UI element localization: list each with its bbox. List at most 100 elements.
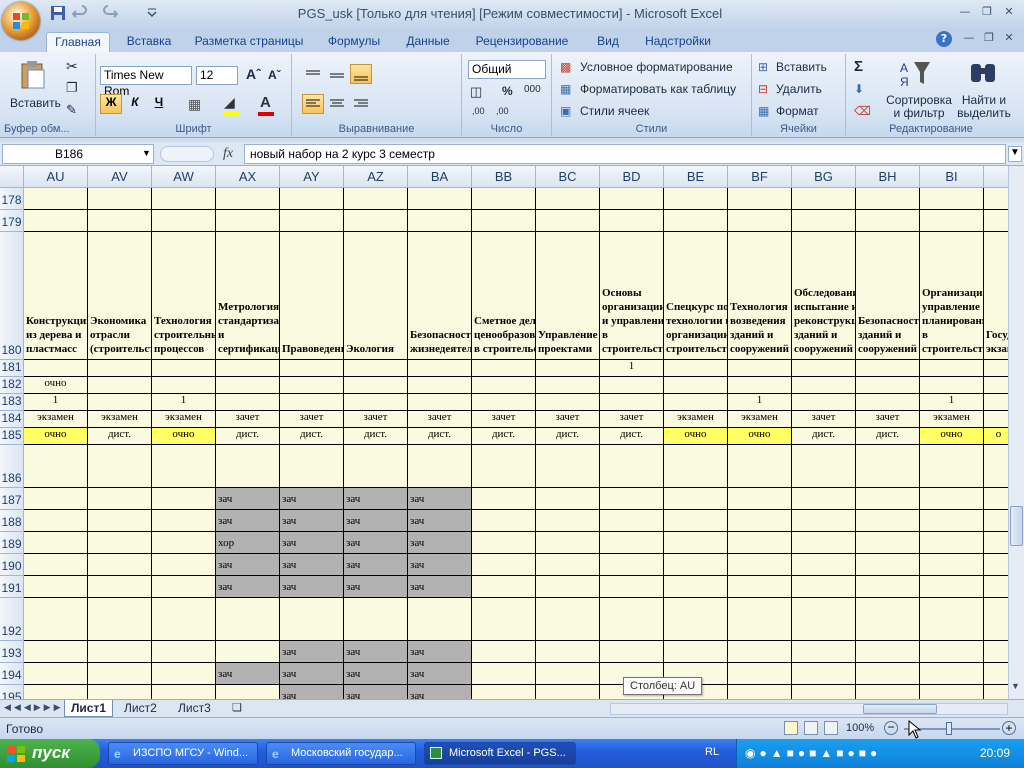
cell[interactable] [344,598,408,641]
cell[interactable] [728,188,792,210]
conditional-formatting-button[interactable]: Условное форматирование [580,60,733,74]
cell[interactable] [856,377,920,394]
cell[interactable] [24,532,88,554]
cell[interactable] [664,510,728,532]
cell[interactable] [536,641,600,663]
cell[interactable] [600,377,664,394]
grade-cell[interactable]: зач [344,641,408,663]
study-form-cell[interactable]: очно [24,428,88,445]
decrease-decimal-icon[interactable]: ,00 [496,106,509,116]
cell[interactable] [600,641,664,663]
cell[interactable] [24,598,88,641]
tray-icons[interactable]: ◉●▲■●■▲■●■● [745,746,881,760]
cell[interactable] [664,641,728,663]
study-form-cell[interactable]: дист. [472,428,536,445]
cell[interactable] [728,445,792,488]
exam-type-cell[interactable]: зачет [216,411,280,428]
cell[interactable] [984,488,1008,510]
row-header-183[interactable]: 183 [0,394,24,411]
grade-cell[interactable]: зач [408,510,472,532]
cell[interactable] [984,188,1008,210]
currency-format-icon[interactable]: ◫ [470,84,482,100]
select-all-corner[interactable] [0,166,24,188]
cut-icon[interactable]: ✂ [66,58,78,75]
redo-icon[interactable] [102,5,118,21]
cell[interactable] [664,576,728,598]
cell[interactable] [792,663,856,685]
grade-cell[interactable]: зач [408,532,472,554]
subject-header[interactable]: Управление проектами [536,232,600,360]
cell[interactable] [88,663,152,685]
cell[interactable] [984,641,1008,663]
column-header-bf[interactable]: BF [728,166,792,188]
cell[interactable] [600,576,664,598]
column-header-bi[interactable]: BI [920,166,984,188]
cell-value[interactable]: 1 [600,360,664,377]
study-form-cell[interactable]: дист. [344,428,408,445]
column-header-ay[interactable]: AY [280,166,344,188]
cell[interactable] [344,377,408,394]
name-box[interactable]: B186 [2,144,154,164]
exam-type-cell[interactable]: зачет [472,411,536,428]
cell[interactable] [88,510,152,532]
exam-type-cell[interactable]: зачет [344,411,408,428]
cell[interactable] [856,445,920,488]
tab-view[interactable]: Вид [588,32,628,52]
cell[interactable] [472,360,536,377]
cell[interactable] [472,510,536,532]
shrink-font-icon[interactable]: Aˇ [268,68,281,82]
column-header-av[interactable]: AV [88,166,152,188]
cell[interactable] [920,554,984,576]
fill-icon[interactable]: ⬇ [854,82,864,96]
find-select-button[interactable]: Найти и выделить [954,94,1014,120]
cell[interactable] [152,360,216,377]
thousands-format-icon[interactable]: 000 [524,84,541,95]
grade-cell[interactable]: зач [344,510,408,532]
cell[interactable] [792,641,856,663]
cell[interactable] [920,598,984,641]
cell[interactable] [152,488,216,510]
cell[interactable] [920,685,984,699]
cell[interactable] [664,598,728,641]
study-form-cell[interactable]: очно [728,428,792,445]
cell[interactable] [536,663,600,685]
subject-header[interactable]: Организация, управление и планирование в… [920,232,984,360]
sheet-nav-icons[interactable]: ◀◀◀▶▶▶ [4,702,64,713]
cell[interactable] [920,641,984,663]
row-header-181[interactable]: 181 [0,360,24,377]
cell[interactable] [536,210,600,232]
cell[interactable] [984,576,1008,598]
cell[interactable] [856,685,920,699]
grade-cell[interactable]: зач [280,685,344,699]
cell[interactable] [472,641,536,663]
zoom-out-icon[interactable]: − [884,721,898,735]
cell[interactable] [600,188,664,210]
cell[interactable] [920,488,984,510]
study-form-cell[interactable]: дист. [280,428,344,445]
minimize-button[interactable]: — [954,4,976,20]
grade-cell[interactable]: зач [408,663,472,685]
cell[interactable] [728,377,792,394]
cell[interactable] [664,488,728,510]
grow-font-icon[interactable]: Aˆ [246,66,261,82]
subject-header[interactable]: Спецкурс по технологии и организации стр… [664,232,728,360]
column-header-au[interactable]: AU [24,166,88,188]
wb-close-button[interactable]: ✕ [998,30,1020,46]
cell[interactable] [728,488,792,510]
cell[interactable] [280,188,344,210]
study-form-cell[interactable]: очно [920,428,984,445]
cell[interactable] [152,510,216,532]
cell[interactable] [536,188,600,210]
cell[interactable] [664,554,728,576]
fill-color-icon[interactable]: ◢ [224,94,235,111]
cell[interactable] [88,394,152,411]
cell[interactable] [728,554,792,576]
tab-data[interactable]: Данные [398,32,458,52]
study-form-cell[interactable]: очно [152,428,216,445]
cell[interactable] [856,554,920,576]
cell[interactable] [152,188,216,210]
horizontal-scrollbar[interactable] [610,703,1008,715]
tab-addins[interactable]: Надстройки [640,32,716,52]
cell[interactable] [152,576,216,598]
cell[interactable] [664,188,728,210]
